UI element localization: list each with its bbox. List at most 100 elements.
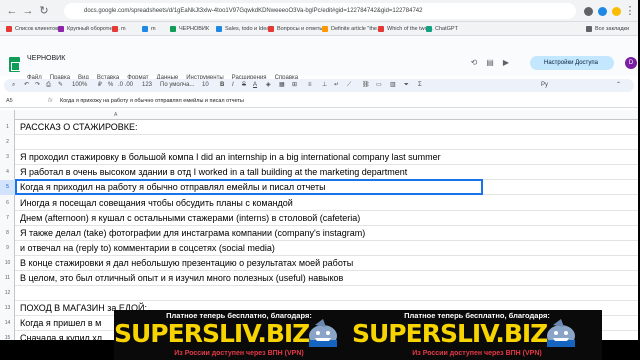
cell[interactable]: В целом, это был отличный опыт и я изучи…	[20, 271, 343, 286]
font-select[interactable]: По умолча...	[160, 79, 194, 92]
redo-icon[interactable]: ↷	[35, 79, 40, 92]
zoom-select[interactable]: 100%	[72, 79, 87, 92]
row-number[interactable]: 8	[0, 226, 15, 241]
functions-button[interactable]: Σ	[418, 79, 422, 92]
align-icon[interactable]: ≡	[308, 79, 312, 92]
extension-icon[interactable]	[584, 7, 593, 16]
row-number[interactable]: 13	[0, 301, 15, 316]
bookmark-item[interactable]: Sales, todo и Ideа...	[216, 24, 274, 34]
cell[interactable]: Когда я пришел в м	[20, 316, 101, 331]
bookmark-favicon-icon	[6, 26, 12, 32]
bookmark-item[interactable]: ChatGPT	[426, 24, 458, 34]
row-number[interactable]: 1	[0, 120, 15, 135]
column-a-header[interactable]: A	[114, 110, 117, 120]
paint-format-icon[interactable]: ✎	[58, 79, 63, 92]
bookmark-label: Вопросы и ответы...	[277, 26, 328, 32]
merge-icon[interactable]: ⊞	[292, 79, 297, 92]
bookmark-item[interactable]: Вопросы и ответы...	[268, 24, 328, 34]
filter-icon[interactable]: ⏷	[404, 79, 409, 92]
browser-window: ← → ↻ ⚙ docs.google.com/spreadsheets/d/1…	[0, 0, 638, 340]
bookmark-item[interactable]: m	[112, 24, 126, 34]
row-number[interactable]: 4	[0, 165, 15, 180]
row-number[interactable]: 3	[0, 150, 15, 165]
meet-icon[interactable]: ▶	[501, 58, 511, 68]
collapse-icon[interactable]: ⌃	[616, 79, 621, 92]
extension-icon[interactable]	[598, 7, 607, 16]
name-box[interactable]: A5	[6, 95, 13, 108]
row-number[interactable]: 11	[0, 271, 15, 286]
row-number[interactable]: 14	[0, 316, 15, 331]
bookmark-favicon-icon	[170, 26, 176, 32]
print-icon[interactable]: ⎙	[46, 79, 51, 92]
search-menus-icon[interactable]: ⌕	[12, 79, 15, 92]
back-icon[interactable]: ←	[6, 5, 18, 17]
table-row: 7 Днем (afternoon) я кушал с остальными с…	[6, 211, 638, 226]
row-number[interactable]: 9	[0, 241, 15, 256]
link-icon[interactable]: ⛓	[362, 79, 370, 92]
row-number[interactable]: 6	[0, 196, 15, 211]
row-number[interactable]: 10	[0, 256, 15, 271]
bold-button[interactable]: B	[220, 79, 224, 92]
fill-color-icon[interactable]: ◈	[266, 79, 271, 92]
menu-bar: Файл Правка Вид Вставка Формат Данные Инструме…	[27, 66, 306, 81]
bookmark-item[interactable]: Крупный оборотны...	[58, 24, 120, 34]
italic-button[interactable]: I	[232, 79, 234, 92]
row-number[interactable]: 15	[0, 331, 15, 340]
cell[interactable]: Когда я приходил на работу я обычно отпр…	[20, 180, 326, 195]
formula-input[interactable]: Когда я прихожу на работу я обычно отпра…	[60, 95, 244, 108]
wrap-icon[interactable]: ↵	[334, 79, 339, 92]
number-format-button[interactable]: 123	[142, 79, 152, 92]
cell[interactable]: Я также делал (take) фотографии для инст…	[20, 226, 365, 241]
strikethrough-button[interactable]: S	[242, 79, 246, 92]
url-input[interactable]: docs.google.com/spreadsheets/d/1gEaNkJt3…	[64, 3, 576, 19]
cell[interactable]: Иногда я посещал совещания чтобы обсудит…	[20, 196, 293, 211]
comments-icon[interactable]: ▤	[485, 58, 495, 68]
row-number[interactable]: 5	[0, 180, 15, 196]
table-row: 2	[6, 135, 638, 151]
bookmark-item[interactable]: m	[142, 24, 156, 34]
address-bar: ← → ↻ ⚙ docs.google.com/spreadsheets/d/1…	[0, 0, 638, 22]
cell[interactable]: Днем (afternoon) я кушал с остальными ст…	[20, 211, 360, 226]
rotate-icon[interactable]: ⟋	[347, 79, 351, 92]
row-number[interactable]: 2	[0, 135, 15, 150]
doc-title[interactable]: ЧЕРНОВИК	[27, 54, 65, 63]
cell[interactable]: В конце стажировки я дал небольшую презе…	[20, 256, 353, 271]
percent-button[interactable]: %	[108, 79, 113, 92]
row-number[interactable]: 7	[0, 211, 15, 226]
cell[interactable]: Я проходил стажировку в большой компа I …	[20, 150, 441, 165]
cell[interactable]: Сначала я купил хл	[20, 331, 102, 340]
bookmark-item[interactable]: Definite article "the...	[322, 24, 382, 34]
input-tools-button[interactable]: Pу	[541, 79, 548, 92]
font-size-input[interactable]: 10	[202, 79, 209, 92]
bookmarks-bar: Список клиентов Крупный оборотны... m m ЧЕРН…	[0, 22, 638, 36]
table-row: 1 РАССКАЗ О СТАЖИРОВКЕ:	[6, 120, 638, 135]
bookmark-item[interactable]: ЧЕРНОВИК	[170, 24, 209, 34]
cell[interactable]: Я работал в очень высоком здании в отд I…	[20, 165, 407, 180]
bookmark-label: Definite article "the...	[331, 26, 382, 32]
banner-brand: SUPERSLIV.BIZ	[352, 319, 548, 348]
bookmark-item[interactable]: Все закладки	[586, 24, 629, 34]
history-icon[interactable]: ⟲	[469, 58, 479, 68]
borders-icon[interactable]: ▦	[279, 79, 285, 92]
text-color-button[interactable]: A	[253, 79, 257, 92]
extension-icon[interactable]	[612, 7, 621, 16]
undo-icon[interactable]: ↶	[24, 79, 29, 92]
cell[interactable]: РАССКАЗ О СТАЖИРОВКЕ:	[20, 120, 138, 135]
valign-icon[interactable]: ⊥	[322, 79, 327, 92]
table-row: 6 Иногда я посещал совещания чтобы обсуди…	[6, 196, 638, 211]
share-button[interactable]: Настройки Доступа	[530, 56, 614, 70]
decimals-buttons[interactable]: .0 .00	[118, 79, 133, 92]
reload-icon[interactable]: ↻	[38, 5, 50, 17]
cell[interactable]: и отвечал на (reply to) комментарии в со…	[20, 241, 275, 256]
sheets-logo-icon[interactable]	[9, 57, 20, 72]
forward-icon[interactable]: →	[22, 5, 34, 17]
more-menu-icon[interactable]: ⋮	[624, 5, 636, 17]
bookmark-item[interactable]: Список клиентов	[6, 24, 58, 34]
comment-icon[interactable]: ▭	[376, 79, 382, 92]
table-row: 3Я проходил стажировку в большой компа I…	[6, 150, 638, 166]
chart-icon[interactable]: ▥	[390, 79, 396, 92]
currency-button[interactable]: ₽	[98, 79, 102, 92]
avatar[interactable]: D	[625, 57, 637, 69]
row-number[interactable]: 12	[0, 286, 15, 301]
bookmark-favicon-icon	[268, 26, 274, 32]
